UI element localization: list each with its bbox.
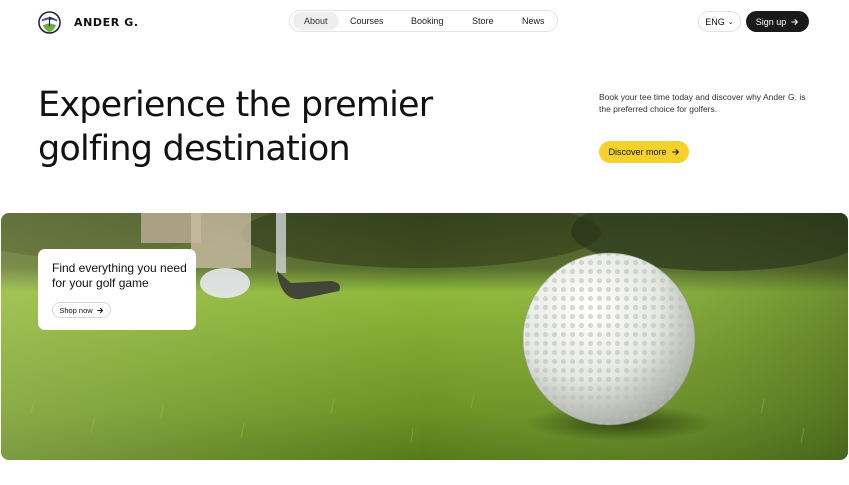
signup-button[interactable]: Sign up [746, 11, 809, 32]
shop-promo-card: Find everything you need for your golf g… [38, 249, 196, 330]
nav-item-about[interactable]: About [293, 12, 339, 30]
language-label: ENG [705, 16, 725, 27]
shop-now-label: Shop now [59, 305, 93, 315]
hero-title-line2: golfing destination [38, 129, 351, 169]
nav-item-courses[interactable]: Courses [346, 12, 388, 30]
hero-title-line1: Experience the premier [38, 85, 433, 125]
shop-now-button[interactable]: Shop now [52, 302, 111, 318]
main-nav: About Courses Booking Store News [289, 10, 558, 32]
brand-name: ANDER G. [74, 16, 139, 29]
discover-more-button[interactable]: Discover more [599, 141, 689, 163]
chevron-down-icon: ⌄ [727, 18, 734, 26]
nav-item-news[interactable]: News [518, 12, 549, 30]
nav-item-booking[interactable]: Booking [407, 12, 448, 30]
arrow-right-icon [791, 18, 799, 25]
discover-more-label: Discover more [608, 147, 667, 157]
arrow-right-icon [671, 149, 679, 155]
hero-title: Experience the premier golfing destinati… [38, 83, 458, 171]
arrow-right-icon [96, 307, 103, 313]
golf-logo-icon [38, 11, 61, 34]
signup-label: Sign up [755, 16, 787, 27]
nav-item-store[interactable]: Store [468, 12, 498, 30]
hero-description: Book your tee time today and discover wh… [599, 92, 806, 114]
language-selector[interactable]: ENG ⌄ [698, 11, 741, 32]
brand-logo[interactable]: ANDER G. [38, 11, 139, 34]
promo-title: Find everything you need for your golf g… [52, 261, 187, 290]
